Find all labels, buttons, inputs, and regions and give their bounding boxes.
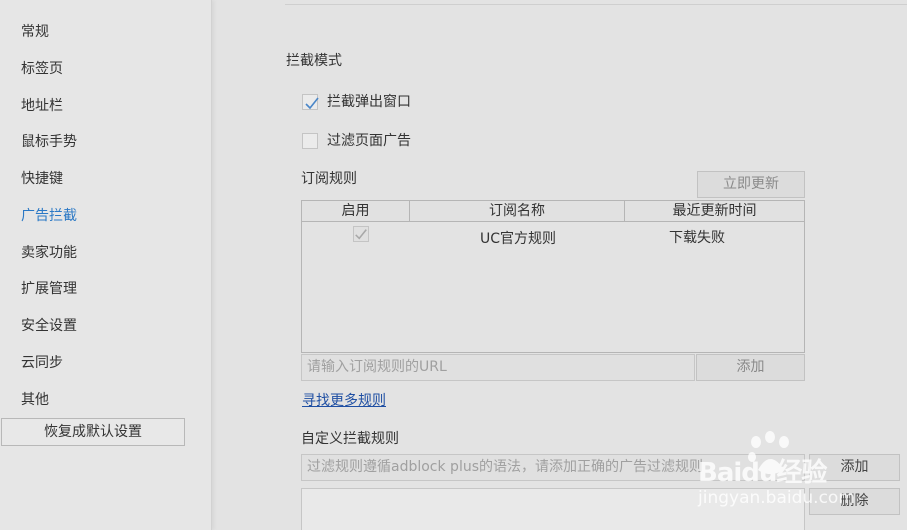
sidebar-item-extensions[interactable]: 扩展管理 [21, 278, 77, 300]
restore-defaults-button[interactable]: 恢复成默认设置 [1, 418, 185, 446]
sidebar-item-general[interactable]: 常规 [21, 21, 49, 43]
filter-ads-checkbox[interactable] [302, 133, 318, 149]
divider [285, 4, 907, 5]
checkmark-icon [305, 97, 319, 110]
add-custom-rule-button[interactable]: 添加 [809, 454, 900, 481]
delete-custom-rule-button[interactable]: 删除 [809, 488, 900, 515]
row-enabled-checkbox[interactable] [353, 226, 369, 242]
update-now-button[interactable]: 立即更新 [697, 171, 805, 198]
subscription-rules-title: 订阅规则 [301, 171, 357, 187]
sidebar-item-shortcuts[interactable]: 快捷键 [21, 168, 63, 190]
sidebar-item-mouse-gestures[interactable]: 鼠标手势 [21, 131, 77, 153]
subscription-table: 启用 订阅名称 最近更新时间 UC官方规则 下载失败 [301, 200, 805, 353]
block-mode-title: 拦截模式 [286, 53, 342, 69]
row-update-status: 下载失败 [669, 230, 725, 246]
column-header-enabled[interactable]: 启用 [302, 201, 409, 221]
sidebar-item-other[interactable]: 其他 [21, 389, 49, 411]
sidebar-item-address-bar[interactable]: 地址栏 [21, 95, 63, 117]
sidebar-item-seller-features[interactable]: 卖家功能 [21, 242, 77, 264]
checkmark-icon [355, 229, 367, 240]
sidebar-item-tabs[interactable]: 标签页 [21, 58, 63, 80]
find-more-rules-link[interactable]: 寻找更多规则 [302, 390, 386, 410]
table-header: 启用 订阅名称 最近更新时间 [302, 201, 804, 222]
custom-rule-input[interactable]: 过滤规则遵循adblock plus的语法，请添加正确的广告过滤规则 [301, 454, 805, 481]
subscription-url-input[interactable]: 请输入订阅规则的URL [301, 354, 695, 381]
sidebar-item-security[interactable]: 安全设置 [21, 315, 77, 337]
settings-content: 拦截模式 拦截弹出窗口 过滤页面广告 订阅规则 立即更新 启用 订阅名称 最近更… [213, 0, 907, 530]
add-subscription-button[interactable]: 添加 [696, 354, 805, 381]
block-popups-checkbox[interactable] [302, 94, 319, 110]
custom-rules-title: 自定义拦截规则 [301, 431, 399, 447]
column-header-updated[interactable]: 最近更新时间 [625, 201, 804, 221]
column-header-name[interactable]: 订阅名称 [410, 201, 624, 221]
settings-sidebar: 常规 标签页 地址栏 鼠标手势 快捷键 广告拦截 卖家功能 扩展管理 安全设置 … [0, 0, 212, 530]
custom-rules-list[interactable] [301, 488, 805, 530]
sidebar-item-cloud-sync[interactable]: 云同步 [21, 352, 63, 374]
sidebar-item-ad-blocking[interactable]: 广告拦截 [21, 205, 77, 227]
block-popups-label: 拦截弹出窗口 [327, 94, 411, 110]
row-rule-name: UC官方规则 [480, 231, 557, 247]
filter-ads-label: 过滤页面广告 [327, 133, 411, 149]
